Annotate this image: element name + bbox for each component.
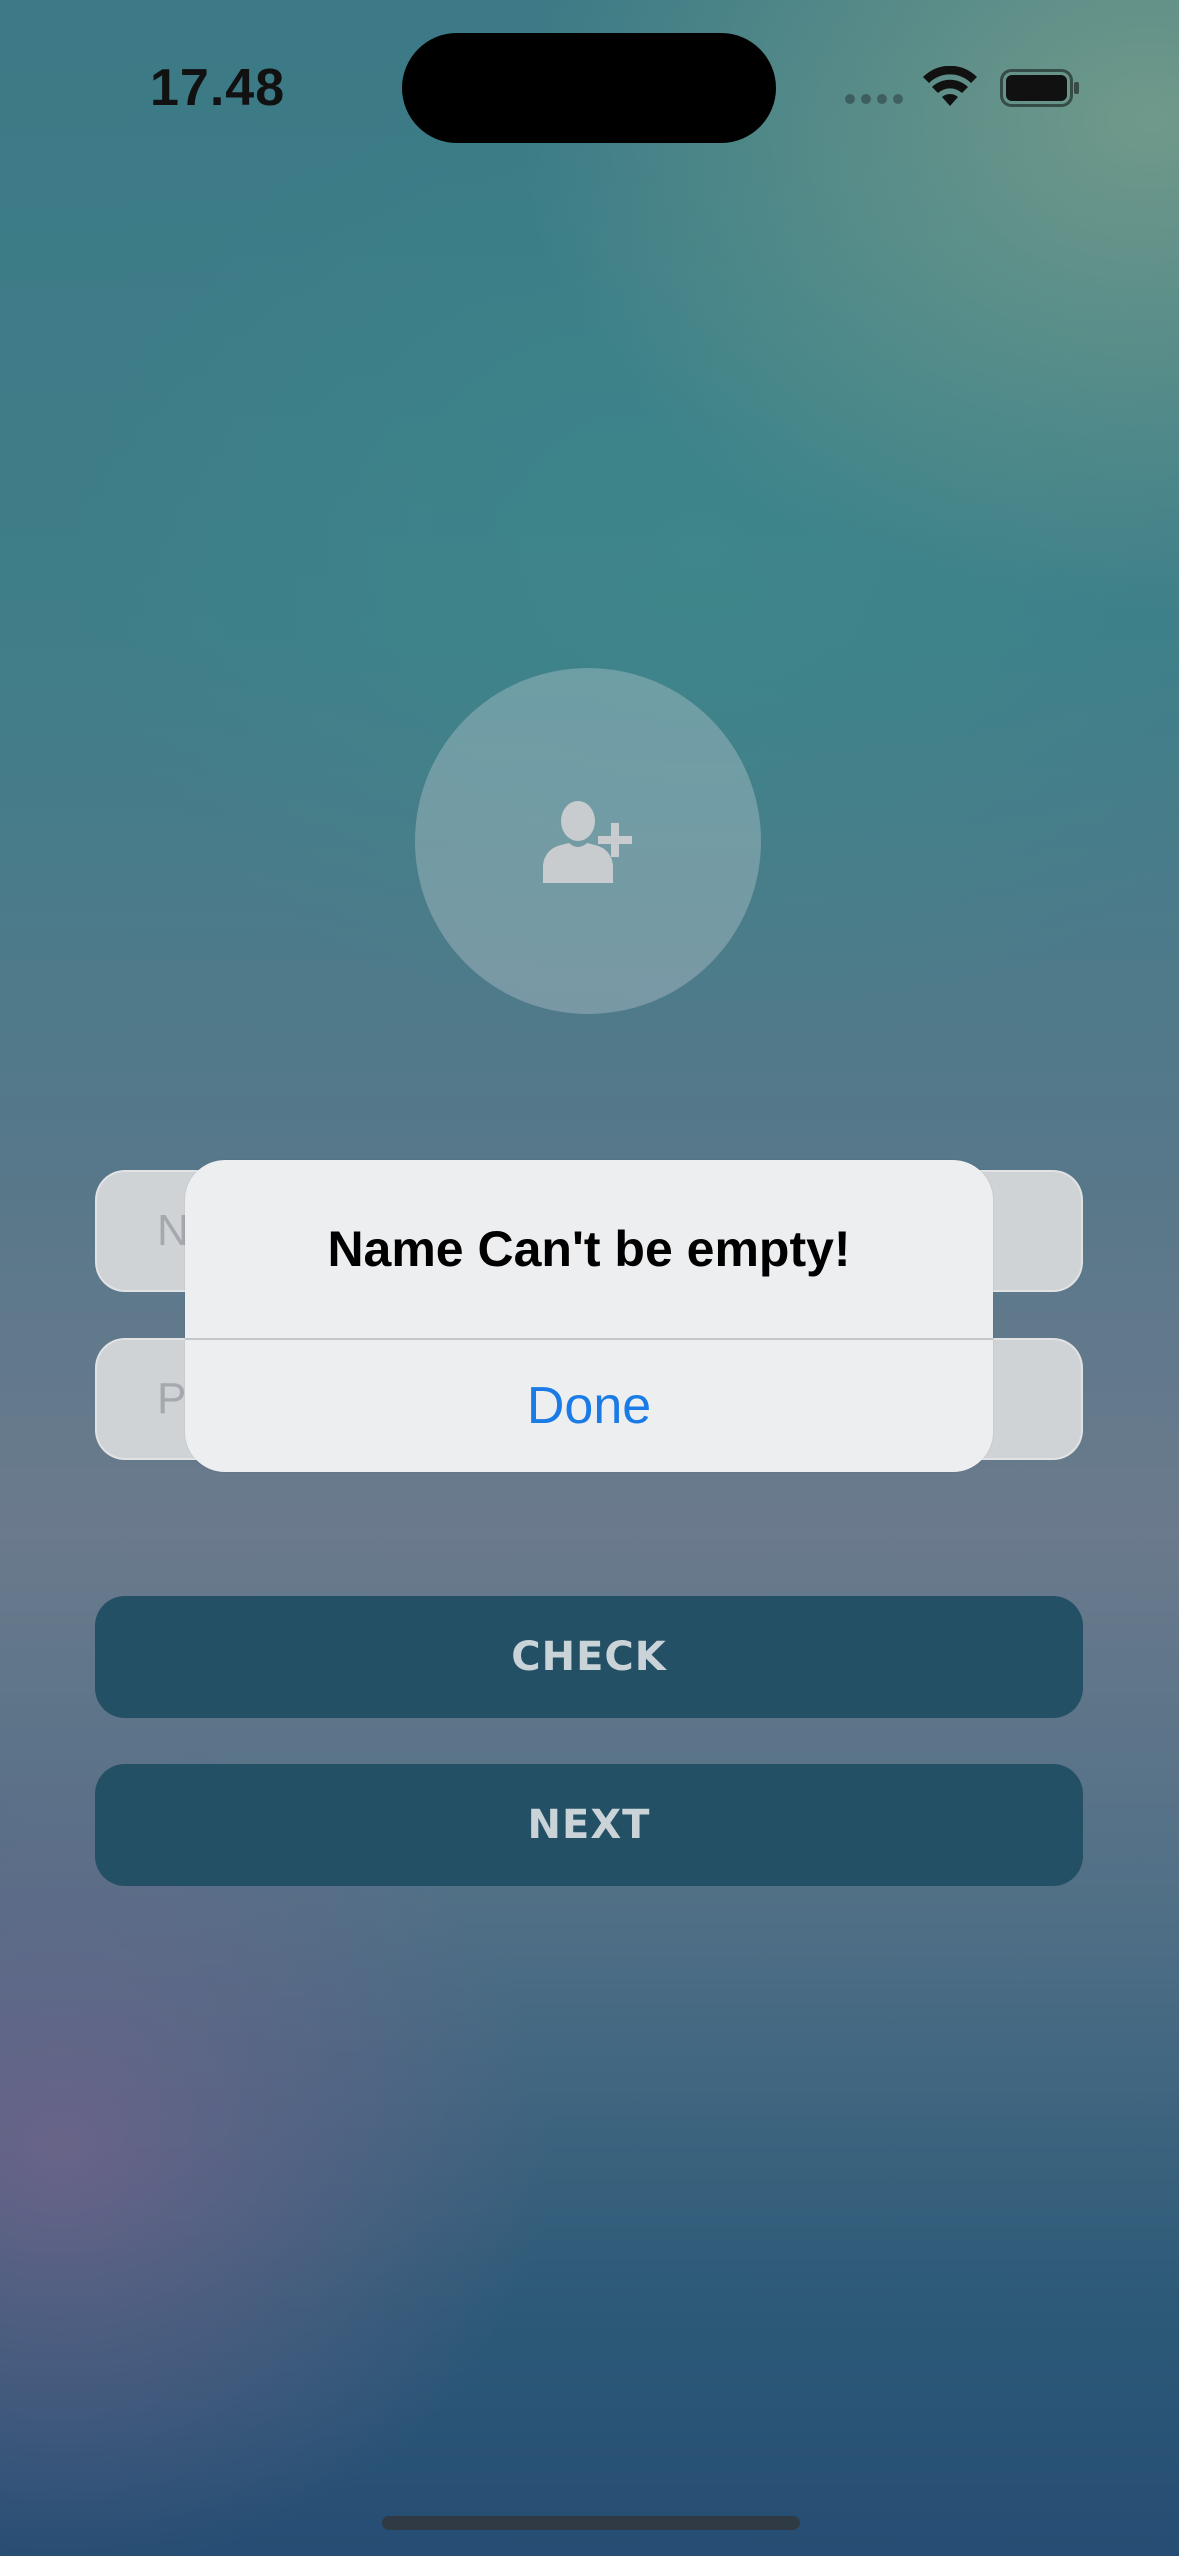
app-screen: 17.48 N P CHECK NEXT Name Can't be empty…	[0, 0, 1179, 2556]
home-indicator[interactable]	[382, 2516, 800, 2530]
password-placeholder: P	[157, 1374, 187, 1423]
alert-dialog: Name Can't be empty! Done	[185, 1160, 993, 1472]
profile-photo-picker[interactable]	[415, 668, 761, 1014]
alert-title: Name Can't be empty!	[327, 1221, 851, 1277]
name-placeholder: N	[157, 1206, 189, 1255]
done-button[interactable]: Done	[185, 1340, 993, 1472]
battery-icon	[1000, 69, 1079, 107]
next-button[interactable]: NEXT	[95, 1764, 1083, 1886]
signal-icon	[845, 94, 905, 106]
wifi-icon	[923, 66, 977, 106]
add-user-icon	[543, 801, 632, 883]
status-time: 17.48	[150, 59, 286, 117]
dynamic-island	[402, 33, 776, 143]
check-button[interactable]: CHECK	[95, 1596, 1083, 1718]
